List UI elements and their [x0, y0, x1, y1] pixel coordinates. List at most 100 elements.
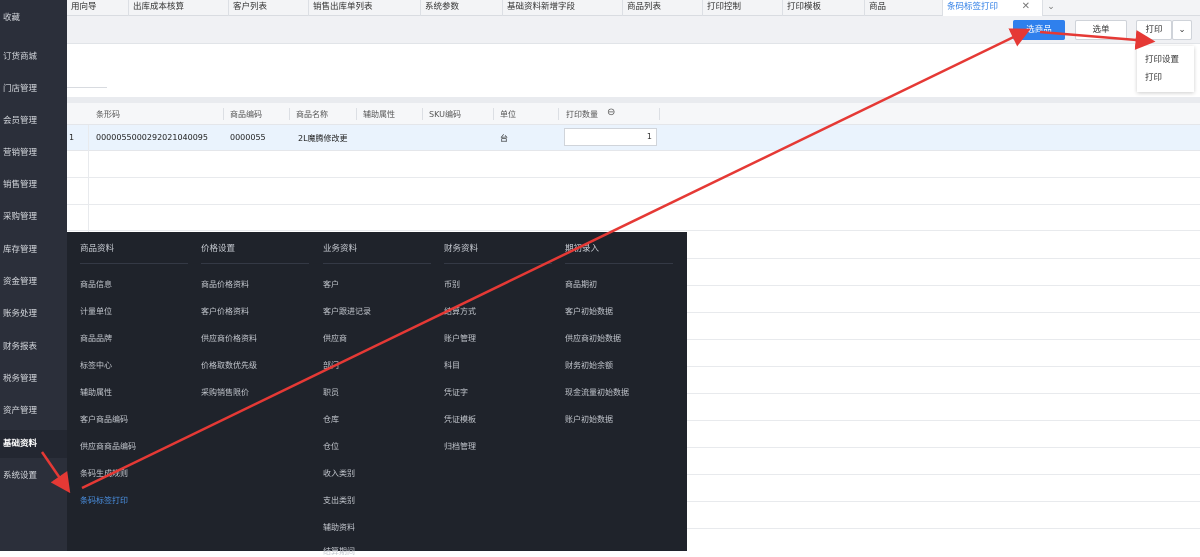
chevron-down-icon: ⌄	[1178, 25, 1186, 35]
column-divider	[289, 108, 290, 120]
sidebar-item-favorites[interactable]: 收藏	[0, 4, 67, 32]
menu-item-supplier[interactable]: 供应商	[323, 333, 347, 344]
menu-item-aux-attr[interactable]: 辅助属性	[80, 387, 112, 398]
menu-item-supplier-product-code[interactable]: 供应商商品编码	[80, 441, 136, 452]
menu-column-title-finance: 财务资料	[444, 244, 479, 254]
menu-column-title-price: 价格设置	[201, 244, 236, 254]
menu-item-supplier-initial[interactable]: 供应商初始数据	[565, 333, 621, 344]
menu-column-title-business: 业务资料	[323, 244, 358, 254]
menu-item-customer-price[interactable]: 客户价格资料	[201, 306, 249, 317]
menu-item-account-initial[interactable]: 账户初始数据	[565, 414, 613, 425]
chevron-down-icon[interactable]: ⌄	[1043, 0, 1059, 16]
sidebar-item-assets[interactable]: 资产管理	[0, 397, 67, 425]
tab-product-list[interactable]: 商品列表	[623, 0, 703, 16]
sidebar-item-accounting[interactable]: 账务处理	[0, 300, 67, 328]
sidebar-item-purchase[interactable]: 采购管理	[0, 203, 67, 231]
sidebar-item-order-mall[interactable]: 订货商城	[0, 43, 67, 71]
select-goods-button[interactable]: 选商品	[1013, 20, 1065, 40]
tab-customer-list[interactable]: 客户列表	[229, 0, 309, 16]
column-divider	[558, 108, 559, 120]
menu-item-settlement-method[interactable]: 结算方式	[444, 306, 476, 317]
menu-item-subject[interactable]: 科目	[444, 360, 460, 371]
menu-item-customer-followup[interactable]: 客户跟进记录	[323, 306, 371, 317]
sidebar-item-reports[interactable]: 财务报表	[0, 333, 67, 361]
row-divider	[687, 501, 1200, 502]
sidebar-item-member[interactable]: 会员管理	[0, 107, 67, 135]
menu-item-department[interactable]: 部门	[323, 360, 339, 371]
menu-item-tag-center[interactable]: 标签中心	[80, 360, 112, 371]
menu-item-finance-initial-balance[interactable]: 财务初始余额	[565, 360, 613, 371]
sidebar: 收藏 订货商城 门店管理 会员管理 营销管理 销售管理 采购管理 库存管理 资金…	[0, 0, 67, 551]
menu-item-customer-product-code[interactable]: 客户商品编码	[80, 414, 128, 425]
tab-cost-accounting[interactable]: 出库成本核算	[129, 0, 229, 16]
menu-item-product-price[interactable]: 商品价格资料	[201, 279, 249, 290]
select-doc-button[interactable]: 选单	[1075, 20, 1127, 40]
close-icon[interactable]: ✕	[1022, 0, 1030, 14]
tab-barcode-label-print[interactable]: 条码标签打印 ✕	[943, 0, 1043, 16]
tab-print-control[interactable]: 打印控制	[703, 0, 783, 16]
menu-item-product-opening[interactable]: 商品期初	[565, 279, 597, 290]
grid-header: 条形码 商品编码 商品名称 辅助属性 SKU编码 单位 打印数量 ⊖	[67, 103, 1200, 125]
sidebar-item-settings[interactable]: 系统设置	[0, 462, 67, 490]
menu-item-cashflow-initial[interactable]: 现金流量初始数据	[565, 387, 629, 398]
menu-item-expense-category[interactable]: 支出类别	[323, 495, 355, 506]
menu-item-barcode-label-print[interactable]: 条码标签打印	[80, 495, 128, 506]
menu-item-supplier-price[interactable]: 供应商价格资料	[201, 333, 257, 344]
menu-item-income-category[interactable]: 收入类别	[323, 468, 355, 479]
column-header-qty[interactable]: 打印数量	[566, 109, 598, 120]
column-header-attr[interactable]: 辅助属性	[363, 109, 395, 120]
column-header-unit[interactable]: 单位	[500, 109, 516, 120]
sidebar-item-inventory[interactable]: 库存管理	[0, 236, 67, 264]
column-divider	[493, 108, 494, 120]
qty-input[interactable]: 1	[564, 128, 657, 146]
menu-item-brand[interactable]: 商品品牌	[80, 333, 112, 344]
menu-item-customer[interactable]: 客户	[323, 279, 339, 290]
menu-item-product-info[interactable]: 商品信息	[80, 279, 112, 290]
collapse-icon[interactable]: ⊖	[607, 107, 615, 118]
menu-item-currency[interactable]: 币别	[444, 279, 460, 290]
tab-sales-outbound-list[interactable]: 销售出库单列表	[309, 0, 421, 16]
menu-item-account-management[interactable]: 账户管理	[444, 333, 476, 344]
menu-item-archive-management[interactable]: 归档管理	[444, 441, 476, 452]
tab-system-params[interactable]: 系统参数	[421, 0, 503, 16]
column-header-sku[interactable]: SKU编码	[429, 109, 461, 120]
menu-item-location[interactable]: 仓位	[323, 441, 339, 452]
menu-item-voucher-template[interactable]: 凭证模板	[444, 414, 476, 425]
sidebar-item-sales[interactable]: 销售管理	[0, 171, 67, 199]
column-divider	[223, 108, 224, 120]
menu-item-print-settings[interactable]: 打印设置	[1145, 53, 1179, 65]
tab-wizard[interactable]: 用向导	[67, 0, 129, 16]
menu-item-unit[interactable]: 计量单位	[80, 306, 112, 317]
divider	[444, 263, 552, 264]
cell-code: 0000055	[230, 133, 266, 142]
column-header-code[interactable]: 商品编码	[230, 109, 262, 120]
menu-item-purchase-sales-limit[interactable]: 采购销售限价	[201, 387, 249, 398]
menu-item-settlement-period[interactable]: 结算期间	[323, 546, 355, 557]
menu-item-warehouse[interactable]: 仓库	[323, 414, 339, 425]
column-header-name[interactable]: 商品名称	[296, 109, 328, 120]
row-divider	[687, 528, 1200, 529]
print-dropdown-menu: 打印设置 打印	[1137, 46, 1194, 92]
sidebar-item-store[interactable]: 门店管理	[0, 75, 67, 103]
menu-item-customer-initial[interactable]: 客户初始数据	[565, 306, 613, 317]
tab-basic-new-fields[interactable]: 基础资料新增字段	[503, 0, 623, 16]
sidebar-item-basic-data[interactable]: 基础资料	[0, 430, 67, 458]
column-header-barcode[interactable]: 条形码	[96, 109, 120, 120]
tab-product[interactable]: 商品	[865, 0, 943, 16]
row-divider	[687, 312, 1200, 313]
menu-item-employee[interactable]: 职员	[323, 387, 339, 398]
print-button[interactable]: 打印	[1136, 20, 1172, 40]
table-row[interactable]: 1 0000055000292021040095 0000055 2L魔腾修改更…	[67, 125, 1200, 151]
row-divider	[687, 420, 1200, 421]
menu-item-price-priority[interactable]: 价格取数优先级	[201, 360, 257, 371]
print-dropdown-toggle[interactable]: ⌄	[1172, 20, 1192, 40]
menu-column-title-products: 商品资料	[80, 244, 115, 254]
menu-item-voucher-word[interactable]: 凭证字	[444, 387, 468, 398]
sidebar-item-marketing[interactable]: 营销管理	[0, 139, 67, 167]
sidebar-item-tax[interactable]: 税务管理	[0, 365, 67, 393]
menu-item-print[interactable]: 打印	[1145, 71, 1162, 83]
menu-item-aux-data[interactable]: 辅助资料	[323, 522, 355, 533]
menu-item-barcode-rule[interactable]: 条码生成规则	[80, 468, 128, 479]
sidebar-item-funds[interactable]: 资金管理	[0, 268, 67, 296]
tab-print-template[interactable]: 打印模板	[783, 0, 865, 16]
